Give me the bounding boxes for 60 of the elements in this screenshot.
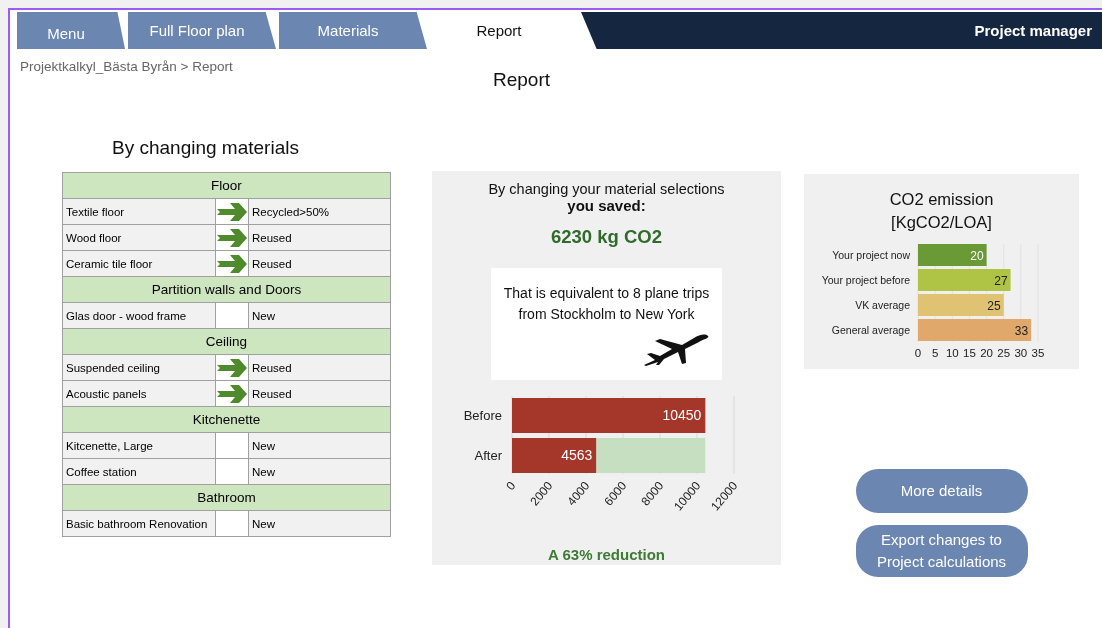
saved-amount: 6230 kg CO2 bbox=[550, 226, 663, 248]
table-cell: Basic bathroom Renovation bbox=[62, 510, 216, 537]
table-cell: New bbox=[248, 510, 391, 537]
action-button[interactable]: More details bbox=[855, 469, 1028, 513]
tab[interactable]: Menu bbox=[17, 12, 125, 49]
chart-title: CO2 emission [KgCO2/LOA] bbox=[888, 189, 995, 233]
tick-label: 20 bbox=[980, 347, 993, 359]
category-header: Kitchenette bbox=[62, 406, 391, 433]
tab[interactable]: Full Floor plan bbox=[128, 12, 276, 49]
table-cell: Recycled>50% bbox=[248, 198, 391, 225]
equivalent-text: That is equivalent to 8 plane trips from Stockholm to New York bbox=[502, 284, 711, 324]
breadcrumb: Projektkalkyl_Bästa Byrån > Report bbox=[20, 58, 234, 76]
table-cell: Reused bbox=[248, 250, 391, 277]
tick-label: 25 bbox=[997, 347, 1011, 359]
data-label: 25 bbox=[987, 299, 1001, 313]
savings-label: you saved: bbox=[567, 197, 646, 214]
action-button[interactable]: Export changes to Project calculations bbox=[855, 525, 1028, 577]
category-header: Floor bbox=[62, 172, 391, 199]
tick-label: 30 bbox=[1014, 347, 1028, 359]
category-header: Ceiling bbox=[62, 328, 391, 355]
tick-label: 0 bbox=[503, 478, 519, 494]
section-title: By changing materials bbox=[112, 137, 300, 159]
user-role: Project manager bbox=[974, 22, 1092, 39]
table-cell: Reused bbox=[248, 354, 391, 381]
data-label: 10450 bbox=[662, 407, 702, 423]
axis-label: VK average bbox=[855, 299, 910, 311]
table-cell: Coffee station bbox=[62, 458, 216, 485]
tick-label: 15 bbox=[963, 347, 976, 359]
table-cell: Kitcenette, Large bbox=[62, 432, 216, 459]
tick-label: 5 bbox=[931, 347, 939, 359]
table-cell: New bbox=[248, 302, 391, 329]
category-header: Bathroom bbox=[62, 484, 391, 511]
airplane-icon bbox=[642, 334, 710, 366]
axis-label: Your project now bbox=[832, 249, 910, 261]
tick-label: 0 bbox=[914, 347, 922, 359]
category-header: Partition walls and Doors bbox=[62, 276, 391, 303]
tab[interactable]: Materials bbox=[279, 12, 427, 49]
table-cell: Textile floor bbox=[62, 198, 216, 225]
table-cell: Reused bbox=[248, 224, 391, 251]
table-cell: Suspended ceiling bbox=[62, 354, 216, 381]
table-cell: Ceramic tile floor bbox=[62, 250, 216, 277]
savings-intro: By changing your material selections bbox=[488, 181, 725, 197]
tick-label: 10 bbox=[945, 347, 959, 359]
data-label: 27 bbox=[994, 274, 1008, 288]
tick-label: 35 bbox=[1031, 347, 1045, 359]
table-cell: Wood floor bbox=[62, 224, 216, 251]
table-cell: Reused bbox=[248, 380, 391, 407]
axis-label: General average bbox=[831, 324, 910, 336]
axis-label: Your project before bbox=[821, 274, 910, 286]
data-label: 20 bbox=[970, 249, 984, 263]
table-cell: Glas door - wood frame bbox=[62, 302, 216, 329]
data-label: 33 bbox=[1014, 324, 1029, 338]
axis-label: After bbox=[474, 448, 502, 463]
table-cell: Acoustic panels bbox=[62, 380, 216, 407]
table-cell: New bbox=[248, 458, 391, 485]
table-cell: New bbox=[248, 432, 391, 459]
reduction-text: A 63% reduction bbox=[548, 546, 665, 563]
axis-label: Before bbox=[463, 408, 502, 423]
page-title: Report bbox=[493, 69, 552, 91]
data-label: 4563 bbox=[561, 447, 593, 463]
